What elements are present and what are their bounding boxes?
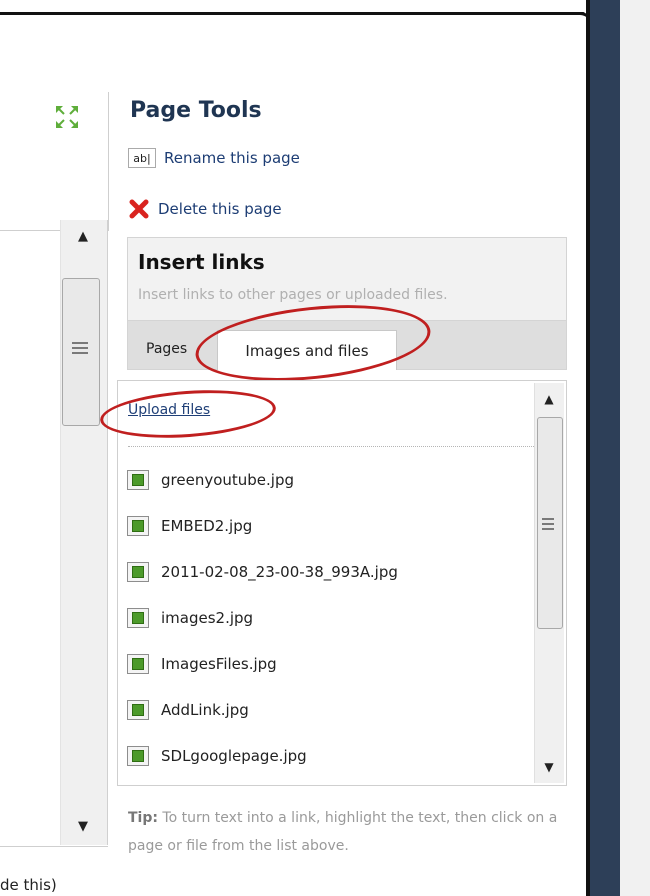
file-name: SDLgooglepage.jpg bbox=[161, 747, 307, 765]
rename-icon: ab| bbox=[128, 148, 156, 168]
file-name: greenyoutube.jpg bbox=[161, 471, 295, 489]
image-file-icon bbox=[127, 562, 149, 582]
scroll-grip-icon bbox=[70, 340, 90, 354]
scroll-down-arrow-icon[interactable]: ▼ bbox=[62, 815, 104, 837]
file-list-item[interactable]: ImagesFiles.jpg bbox=[127, 652, 277, 676]
tip-label: Tip: bbox=[128, 810, 158, 826]
scroll-up-arrow-icon[interactable]: ▲ bbox=[536, 388, 562, 410]
image-file-icon bbox=[127, 654, 149, 674]
scroll-up-arrow-icon[interactable]: ▲ bbox=[62, 225, 104, 247]
delete-page-label: Delete this page bbox=[158, 200, 282, 218]
red-x-delete-icon bbox=[128, 198, 150, 220]
tab-pages[interactable]: Pages bbox=[146, 341, 187, 357]
file-list-item[interactable]: images2.jpg bbox=[127, 606, 253, 630]
editor-divider bbox=[0, 846, 108, 847]
file-list-item[interactable]: EMBED2.jpg bbox=[127, 514, 252, 538]
editor-content-area[interactable] bbox=[0, 232, 58, 842]
insert-links-description: Insert links to other pages or uploaded … bbox=[138, 287, 448, 303]
file-name: 2011-02-08_23-00-38_993A.jpg bbox=[161, 563, 398, 581]
file-list-item[interactable]: SDLgooglepage.jpg bbox=[127, 744, 307, 768]
file-name: AddLink.jpg bbox=[161, 701, 249, 719]
file-list-item[interactable]: AddLink.jpg bbox=[127, 698, 249, 722]
window-top-border bbox=[0, 12, 585, 15]
delete-page-link[interactable]: Delete this page bbox=[128, 196, 282, 222]
editor-bottom-text: de this) bbox=[0, 876, 57, 894]
image-file-icon bbox=[127, 608, 149, 628]
file-list-item[interactable]: greenyoutube.jpg bbox=[127, 468, 294, 492]
upload-divider bbox=[128, 446, 538, 447]
rename-page-label: Rename this page bbox=[164, 149, 300, 167]
image-file-icon bbox=[127, 746, 149, 766]
file-name: images2.jpg bbox=[161, 609, 254, 627]
image-file-icon bbox=[127, 470, 149, 490]
file-name: EMBED2.jpg bbox=[161, 517, 253, 535]
file-list-item[interactable]: 2011-02-08_23-00-38_993A.jpg bbox=[127, 560, 398, 584]
image-file-icon bbox=[127, 516, 149, 536]
expand-arrows-icon[interactable] bbox=[54, 104, 80, 130]
scroll-grip-icon bbox=[540, 516, 556, 530]
image-file-icon bbox=[127, 700, 149, 720]
scroll-down-arrow-icon[interactable]: ▼ bbox=[536, 756, 562, 778]
page-tools-title: Page Tools bbox=[130, 98, 262, 123]
insert-links-title: Insert links bbox=[138, 250, 265, 274]
right-background bbox=[620, 0, 650, 896]
rename-page-link[interactable]: ab| Rename this page bbox=[128, 145, 300, 171]
file-name: ImagesFiles.jpg bbox=[161, 655, 277, 673]
tip-body: To turn text into a link, highlight the … bbox=[128, 810, 558, 854]
dark-border-column bbox=[590, 0, 620, 896]
tip-text: Tip: To turn text into a link, highlight… bbox=[128, 804, 578, 860]
